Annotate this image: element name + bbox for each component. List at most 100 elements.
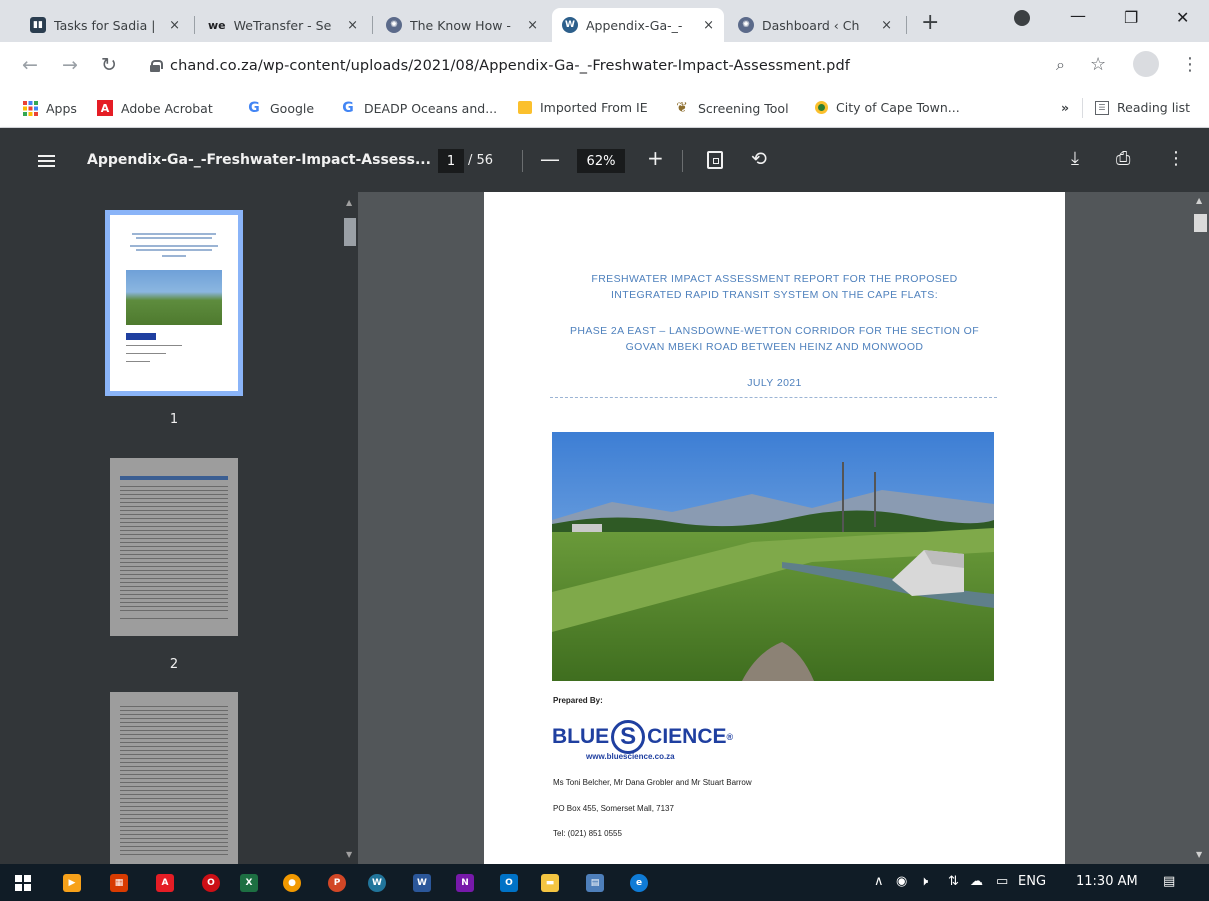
tray-overflow-icon[interactable]: ∧ xyxy=(874,874,884,889)
display-icon[interactable]: ▭ xyxy=(996,874,1008,889)
tab-trello[interactable]: ▮▮ Tasks for Sadia | × xyxy=(20,8,190,42)
tab-knowhow[interactable]: ✺ The Know How - × xyxy=(376,8,548,42)
word-icon[interactable]: W xyxy=(413,874,431,892)
telephone-text: Tel: (021) 851 0555 xyxy=(553,829,622,838)
bookmark-city-of-cape-town[interactable]: City of Cape Town... xyxy=(815,100,960,115)
scroll-up-icon[interactable]: ▲ xyxy=(1196,196,1202,205)
menu-kebab-icon[interactable]: ⋮ xyxy=(1181,55,1199,75)
scroll-down-icon[interactable]: ▼ xyxy=(1196,850,1202,859)
document-viewer[interactable]: FRESHWATER IMPACT ASSESSMENT REPORT FOR … xyxy=(358,192,1192,864)
scrollbar-thumb[interactable] xyxy=(344,218,356,246)
bookmark-star-icon[interactable]: ☆ xyxy=(1090,55,1106,75)
reading-list-button[interactable]: ☰ Reading list xyxy=(1095,100,1190,115)
clock[interactable]: 11:30 AM xyxy=(1076,874,1138,889)
chrome-icon[interactable]: ● xyxy=(283,874,301,892)
tab-label: Tasks for Sadia | xyxy=(54,17,156,33)
tab-appendix[interactable]: W Appendix-Ga-_- × xyxy=(552,8,724,42)
knowhow-icon: ✺ xyxy=(386,17,402,33)
rotate-icon[interactable]: ⟲ xyxy=(751,148,767,170)
onenote-icon[interactable]: N xyxy=(456,874,474,892)
address-bar[interactable]: chand.co.za/wp-content/uploads/2021/08/A… xyxy=(138,51,1098,81)
bookmark-deadp[interactable]: G DEADP Oceans and... xyxy=(340,100,497,116)
excel-icon[interactable]: X xyxy=(240,874,258,892)
thumbnail-page-2[interactable] xyxy=(110,458,238,636)
city-icon xyxy=(815,101,828,114)
download-icon[interactable]: ⤓ xyxy=(1071,148,1079,169)
url-text[interactable]: chand.co.za/wp-content/uploads/2021/08/A… xyxy=(170,58,850,74)
network-icon[interactable]: ⇅ xyxy=(948,874,959,889)
bookmark-imported-from-ie[interactable]: Imported From IE xyxy=(518,100,648,115)
zoom-level-input[interactable]: 62% xyxy=(577,149,625,173)
acrobat-taskbar-icon[interactable]: A xyxy=(156,874,174,892)
wordpress-taskbar-icon[interactable]: W xyxy=(368,874,386,892)
zoom-out-button[interactable]: — xyxy=(540,147,560,171)
media-player-icon[interactable]: ▶ xyxy=(63,874,81,892)
fit-page-icon[interactable] xyxy=(707,151,723,169)
thumbnail-page-1[interactable] xyxy=(105,210,243,396)
profile-menu-icon[interactable] xyxy=(1014,10,1030,26)
edge-icon[interactable]: e xyxy=(630,874,648,892)
new-tab-button[interactable]: + xyxy=(921,10,939,35)
close-window-icon[interactable]: ✕ xyxy=(1176,8,1189,27)
report-title-line-1: FRESHWATER IMPACT ASSESSMENT REPORT FOR … xyxy=(591,273,958,285)
pdf-toolbar: Appendix-Ga-_-Freshwater-Impact-Assess..… xyxy=(0,128,1209,192)
page-number-input[interactable]: 1 xyxy=(438,149,464,173)
wordpress-icon: W xyxy=(562,17,578,33)
sidebar-menu-icon[interactable] xyxy=(38,155,55,167)
back-icon[interactable]: ← xyxy=(22,55,38,75)
thumbnail-number: 1 xyxy=(169,412,179,427)
tab-close-icon[interactable]: × xyxy=(881,18,892,33)
tab-separator xyxy=(906,16,907,34)
document-scrollbar[interactable]: ▲ ▼ xyxy=(1192,192,1209,864)
avatar[interactable] xyxy=(1133,51,1159,77)
tray-app-icon[interactable]: ◉ xyxy=(896,874,907,889)
thumbnail-scrollbar-track[interactable]: ▲ ▼ xyxy=(342,192,358,864)
scroll-down-icon[interactable]: ▼ xyxy=(346,850,352,859)
tab-close-icon[interactable]: × xyxy=(703,18,714,33)
minimize-icon[interactable]: — xyxy=(1070,6,1086,25)
bookmark-google[interactable]: G Google xyxy=(246,100,314,116)
logo-registered-mark: ® xyxy=(726,732,734,742)
onedrive-icon[interactable]: ☁ xyxy=(970,874,983,889)
tab-strip: ▮▮ Tasks for Sadia | × we WeTransfer - S… xyxy=(0,0,1209,42)
outlook-icon[interactable]: O xyxy=(500,874,518,892)
folder-icon xyxy=(518,101,532,114)
bookmarks-bar: Apps A Adobe Acrobat G Google G DEADP Oc… xyxy=(0,90,1209,128)
bookmark-apps[interactable]: Apps xyxy=(22,100,77,116)
knowhow-icon: ✺ xyxy=(738,17,754,33)
tab-close-icon[interactable]: × xyxy=(527,18,538,33)
bookmarks-overflow-button[interactable]: » xyxy=(1061,100,1069,115)
scroll-up-icon[interactable]: ▲ xyxy=(346,198,352,207)
zoom-icon[interactable]: ⌕ xyxy=(1056,55,1065,75)
scrollbar-thumb[interactable] xyxy=(1194,214,1207,232)
tab-wetransfer[interactable]: we WeTransfer - Se × xyxy=(198,8,368,42)
tab-close-icon[interactable]: × xyxy=(347,18,358,33)
authors-text: Ms Toni Belcher, Mr Dana Grobler and Mr … xyxy=(553,778,752,787)
notifications-icon[interactable]: ▤ xyxy=(1163,874,1175,889)
photos-icon[interactable]: ▦ xyxy=(110,874,128,892)
file-explorer-icon[interactable]: ▬ xyxy=(541,874,559,892)
tab-close-icon[interactable]: × xyxy=(169,18,180,33)
bookmark-label: City of Cape Town... xyxy=(836,100,960,115)
thumbnail-page-3[interactable] xyxy=(110,692,238,864)
language-indicator[interactable]: ENG xyxy=(1018,874,1046,889)
tab-separator xyxy=(194,16,195,34)
bookmark-adobe-acrobat[interactable]: A Adobe Acrobat xyxy=(97,100,213,116)
tab-dashboard[interactable]: ✺ Dashboard ‹ Ch × xyxy=(728,8,902,42)
bookmark-screening-tool[interactable]: ❦ Screening Tool xyxy=(674,100,788,116)
start-windows-icon[interactable] xyxy=(14,874,32,892)
restore-icon[interactable]: ❐ xyxy=(1124,8,1138,27)
opera-icon[interactable]: O xyxy=(202,874,220,892)
reload-icon[interactable]: ↻ xyxy=(101,55,117,75)
report-title-line-2: INTEGRATED RAPID TRANSIT SYSTEM ON THE C… xyxy=(610,289,939,301)
print-icon[interactable]: ⎙ xyxy=(1116,148,1130,169)
forward-icon[interactable]: → xyxy=(62,55,78,75)
zoom-in-button[interactable]: + xyxy=(647,146,664,170)
more-options-icon[interactable]: ⋮ xyxy=(1167,148,1185,169)
wetransfer-icon: we xyxy=(208,18,226,32)
volume-muted-icon[interactable]: 🕨 xyxy=(920,874,928,889)
notes-icon[interactable]: ▤ xyxy=(586,874,604,892)
title-divider xyxy=(550,397,997,398)
powerpoint-icon[interactable]: P xyxy=(328,874,346,892)
page-total: / 56 xyxy=(468,153,494,168)
